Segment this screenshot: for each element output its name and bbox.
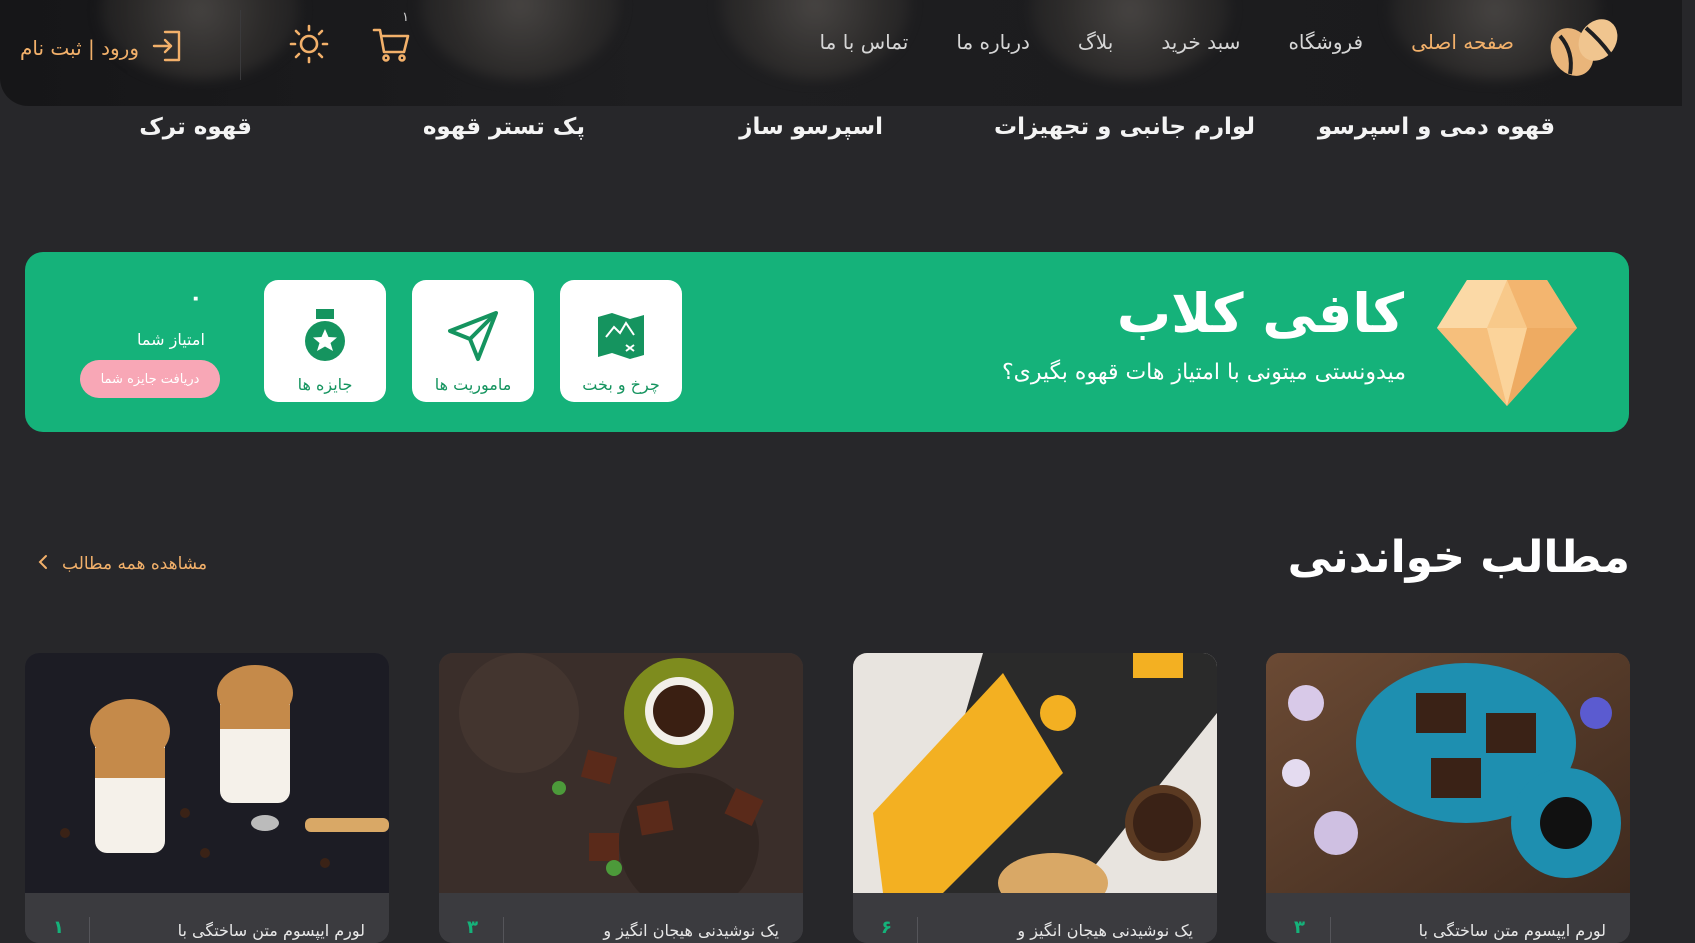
article-title: یک نوشیدنی هیجان انگیز و xyxy=(1017,921,1193,940)
article-card[interactable]: ۳ لورم ایپسوم متن ساختگی با xyxy=(1266,653,1630,943)
article-card[interactable]: ۶ یک نوشیدنی هیجان انگیز و xyxy=(853,653,1217,943)
header-bg-blur xyxy=(420,0,620,80)
score-label: امتیاز شما xyxy=(137,330,205,349)
articles-section-title: مطالب خواندنی xyxy=(1287,532,1630,583)
category-turkish-coffee[interactable]: قهوه ترک xyxy=(139,114,252,140)
cart-button[interactable]: ۱ xyxy=(367,10,415,70)
article-number: ۳ xyxy=(1294,917,1305,938)
nav-about[interactable]: درباره ما xyxy=(956,30,1030,54)
medal-icon xyxy=(296,307,354,365)
category-brewed-espresso[interactable]: قهوه دمی و اسپرسو xyxy=(1318,114,1555,140)
nav-shop[interactable]: فروشگاه xyxy=(1288,30,1363,54)
article-number: ۳ xyxy=(467,917,478,938)
nav-contact[interactable]: تماس با ما xyxy=(820,30,909,54)
article-image xyxy=(25,653,389,893)
article-image xyxy=(853,653,1217,893)
article-meta: ۱ لورم ایپسوم متن ساختگی با xyxy=(25,893,389,943)
cart-icon xyxy=(371,24,411,68)
club-subtitle: میدونستی میتونی با امتیاز هات قهوه بگیری… xyxy=(1001,360,1406,385)
login-link[interactable]: ورود | ثبت نام xyxy=(20,28,185,68)
meta-divider xyxy=(1330,917,1331,943)
category-accessories[interactable]: لوارم جانبی و تجهیزات xyxy=(994,114,1255,140)
club-title: کافی کلاب xyxy=(1116,282,1404,345)
category-tester-pack[interactable]: پک تستر قهوه xyxy=(423,114,585,140)
article-title: لورم ایپسوم متن ساختگی با xyxy=(1418,921,1606,940)
nav-blog[interactable]: بلاگ xyxy=(1078,30,1113,54)
article-meta: ۳ یک نوشیدنی هیجان انگیز و xyxy=(439,893,803,943)
article-number: ۶ xyxy=(881,917,892,938)
diamond-icon xyxy=(1437,280,1577,406)
meta-divider xyxy=(89,917,90,943)
sun-icon xyxy=(289,24,329,68)
article-card[interactable]: ۳ یک نوشیدنی هیجان انگیز و xyxy=(439,653,803,943)
coffee-beans-icon[interactable] xyxy=(1546,10,1622,82)
rewards-label: جایزه ها xyxy=(297,375,353,394)
header-divider xyxy=(240,10,241,80)
article-number: ۱ xyxy=(53,917,64,938)
nav-home[interactable]: صفحه اصلی xyxy=(1411,30,1514,54)
article-meta: ۶ یک نوشیدنی هیجان انگیز و xyxy=(853,893,1217,943)
send-icon xyxy=(444,307,502,365)
article-image xyxy=(439,653,803,893)
chevron-left-icon xyxy=(38,554,48,574)
map-icon xyxy=(592,307,650,365)
main-nav: صفحه اصلی فروشگاه سبد خرید بلاگ درباره م… xyxy=(820,30,1514,54)
login-icon xyxy=(151,28,185,68)
article-card[interactable]: ۱ لورم ایپسوم متن ساختگی با xyxy=(25,653,389,943)
rewards-card[interactable]: جایزه ها xyxy=(264,280,386,402)
theme-toggle-button[interactable] xyxy=(285,22,333,70)
missions-label: ماموریت ها xyxy=(434,375,512,394)
nav-cart[interactable]: سبد خرید xyxy=(1161,30,1240,54)
meta-divider xyxy=(503,917,504,943)
coffee-club-banner: کافی کلاب میدونستی میتونی با امتیاز هات … xyxy=(25,252,1629,432)
score-value: ۰ xyxy=(189,286,203,311)
header-actions: ۱ xyxy=(285,10,415,70)
site-header: صفحه اصلی فروشگاه سبد خرید بلاگ درباره م… xyxy=(0,0,1682,106)
claim-reward-button[interactable]: دریافت جایزه شما xyxy=(80,360,220,398)
category-espresso-maker[interactable]: اسپرسو ساز xyxy=(739,114,883,140)
category-bar: قهوه دمی و اسپرسو لوارم جانبی و تجهیزات … xyxy=(0,114,1695,154)
view-all-label: مشاهده همه مطالب xyxy=(62,554,208,574)
meta-divider xyxy=(917,917,918,943)
article-title: لورم ایپسوم متن ساختگی با xyxy=(177,921,365,940)
wheel-of-fortune-label: چرخ و بخت xyxy=(582,375,660,394)
login-label: ورود | ثبت نام xyxy=(20,36,139,60)
missions-card[interactable]: ماموریت ها xyxy=(412,280,534,402)
cart-count-badge: ۱ xyxy=(402,10,409,25)
article-meta: ۳ لورم ایپسوم متن ساختگی با xyxy=(1266,893,1630,943)
article-image xyxy=(1266,653,1630,893)
view-all-articles-link[interactable]: مشاهده همه مطالب xyxy=(38,554,207,574)
article-title: یک نوشیدنی هیجان انگیز و xyxy=(603,921,779,940)
wheel-of-fortune-card[interactable]: چرخ و بخت xyxy=(560,280,682,402)
